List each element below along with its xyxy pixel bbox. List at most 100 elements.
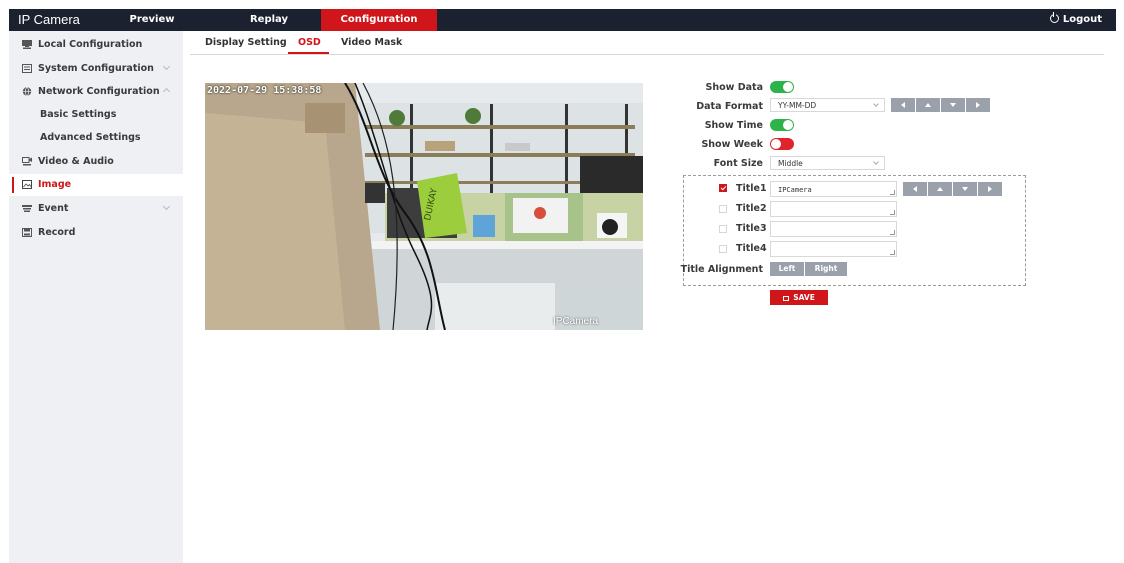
show-week-toggle[interactable] [770,138,794,150]
toggle-knob [783,120,793,130]
toggle-knob [771,139,781,149]
show-time-toggle[interactable] [770,119,794,131]
chevron-down-icon [162,62,171,71]
arrow-up-icon [925,103,931,107]
sidebar-subitem-advanced-settings[interactable]: Advanced Settings [40,132,141,143]
active-marker [12,177,14,193]
show-time-label: Show Time [704,120,763,131]
title-alignment-group: Left Right [770,262,847,276]
top-bar: IP Camera Preview Replay Configuration L… [9,9,1116,31]
sidebar-item-label: Event [38,203,69,214]
title3-checkbox[interactable] [719,225,727,233]
date-position-arrows [891,98,990,112]
sidebar-item-label: System Configuration [38,63,154,74]
title1-label: Title1 [736,183,767,194]
sidebar-item-video-audio[interactable]: Video & Audio [9,151,183,173]
folder-icon [783,296,790,301]
sidebar-item-label: Record [38,227,76,238]
brand-title: IP Camera [18,12,80,27]
show-week-label: Show Week [701,139,763,150]
logout-button[interactable]: Logout [1049,9,1102,31]
arrow-left-icon [901,102,905,108]
title4-checkbox[interactable] [719,245,727,253]
sidebar-item-label: Image [38,179,72,190]
sidebar: Local Configuration System Configuration… [9,31,183,563]
local-config-icon [22,40,32,49]
sidebar-item-network-configuration[interactable]: Network Configuration [9,81,183,103]
globe-icon [22,87,32,96]
data-format-select[interactable]: YY-MM-DD [770,98,885,112]
title3-input[interactable] [770,221,897,237]
event-icon [22,205,32,212]
system-config-icon [22,64,32,73]
tab-video-mask[interactable]: Video Mask [341,37,402,48]
osd-title-overlay: IPCamera [553,316,599,327]
title-move-right-button[interactable] [978,182,1002,196]
arrow-down-icon [962,187,968,191]
record-icon [22,228,32,237]
title4-label: Title4 [736,243,767,254]
font-size-value: Middle [778,159,803,168]
title4-input[interactable] [770,241,897,257]
title1-value: IPCamera [778,186,812,194]
chevron-down-icon [162,202,171,211]
tab-display-setting[interactable]: Display Setting [205,37,287,48]
chevron-up-icon [162,87,171,96]
arrow-up-icon [937,187,943,191]
nav-configuration[interactable]: Configuration [321,9,437,31]
sidebar-item-label: Video & Audio [38,156,114,167]
chevron-down-icon [873,101,879,107]
sidebar-item-event[interactable]: Event [9,198,183,220]
title2-input[interactable] [770,201,897,217]
title-move-up-button[interactable] [928,182,953,196]
title1-input[interactable]: IPCamera [770,181,897,197]
show-data-toggle[interactable] [770,81,794,93]
osd-date-overlay: 2022-07-29 15:38:58 [207,85,322,96]
resize-grip-icon [890,230,895,235]
sidebar-item-label: Local Configuration [38,39,143,50]
arrow-right-icon [988,186,992,192]
title1-checkbox[interactable] [719,184,727,192]
move-up-button[interactable] [916,98,941,112]
move-left-button[interactable] [891,98,916,112]
title-position-arrows [903,182,1002,196]
title-move-down-button[interactable] [953,182,978,196]
font-size-select[interactable]: Middle [770,156,885,170]
tab-osd[interactable]: OSD [298,37,321,48]
align-right-button[interactable]: Right [805,262,847,276]
sidebar-item-record[interactable]: Record [9,222,183,244]
chevron-down-icon [873,159,879,165]
active-tab-underline [288,52,329,54]
resize-grip-icon [890,210,895,215]
resize-grip-icon [890,190,895,195]
video-audio-icon [22,157,32,166]
title-move-left-button[interactable] [903,182,928,196]
font-size-label: Font Size [713,158,763,169]
title2-label: Title2 [736,203,767,214]
sidebar-item-image[interactable]: Image [9,174,183,196]
save-button[interactable]: SAVE [770,290,828,305]
align-left-button[interactable]: Left [770,262,805,276]
arrow-right-icon [976,102,980,108]
data-format-value: YY-MM-DD [778,101,817,110]
move-down-button[interactable] [941,98,966,112]
sidebar-subitem-basic-settings[interactable]: Basic Settings [40,109,116,120]
osd-preview: DUIKAY 2022-07-29 15:38:58 IPCamera [205,83,643,330]
title2-checkbox[interactable] [719,205,727,213]
title-alignment-label: Title Alignment [680,264,763,275]
nav-preview[interactable]: Preview [112,9,192,31]
arrow-down-icon [950,103,956,107]
title3-label: Title3 [736,223,767,234]
image-icon [22,180,32,189]
toggle-knob [783,82,793,92]
sidebar-item-label: Network Configuration [38,86,160,97]
resize-grip-icon [890,250,895,255]
sidebar-item-system-configuration[interactable]: System Configuration [9,58,183,80]
save-label: SAVE [793,293,815,302]
sidebar-item-local-configuration[interactable]: Local Configuration [9,34,183,56]
show-data-label: Show Data [705,82,763,93]
data-format-label: Data Format [696,101,763,112]
nav-replay[interactable]: Replay [219,9,319,31]
move-right-button[interactable] [966,98,990,112]
arrow-left-icon [913,186,917,192]
